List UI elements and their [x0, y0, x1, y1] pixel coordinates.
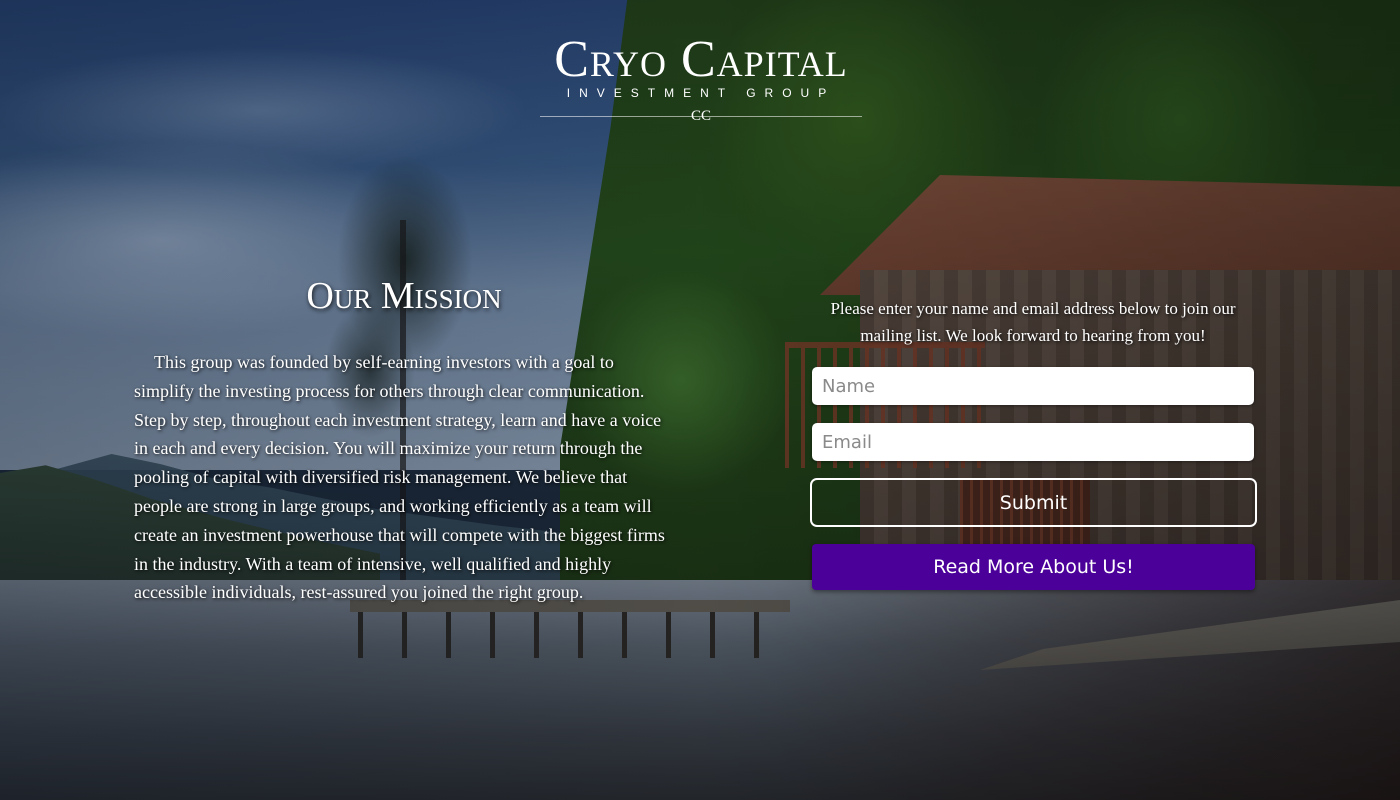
signup-prompt: Please enter your name and email address…	[830, 299, 1236, 345]
submit-button[interactable]: Submit	[810, 478, 1257, 527]
name-input[interactable]	[812, 367, 1254, 405]
mission-heading: Our Mission	[306, 275, 502, 317]
brand-logo[interactable]: Cryo Capital INVESTMENT GROUP CC	[538, 32, 864, 128]
logo-monogram-icon: CC	[690, 108, 711, 124]
email-input[interactable]	[812, 423, 1254, 461]
logo-subtitle: INVESTMENT GROUP	[566, 86, 836, 100]
read-more-button[interactable]: Read More About Us!	[812, 544, 1255, 590]
logo-title: Cryo Capital	[554, 31, 848, 88]
page: Cryo Capital INVESTMENT GROUP CC Our Mis…	[0, 0, 1400, 800]
mission-text: This group was founded by self-earning i…	[134, 352, 665, 603]
